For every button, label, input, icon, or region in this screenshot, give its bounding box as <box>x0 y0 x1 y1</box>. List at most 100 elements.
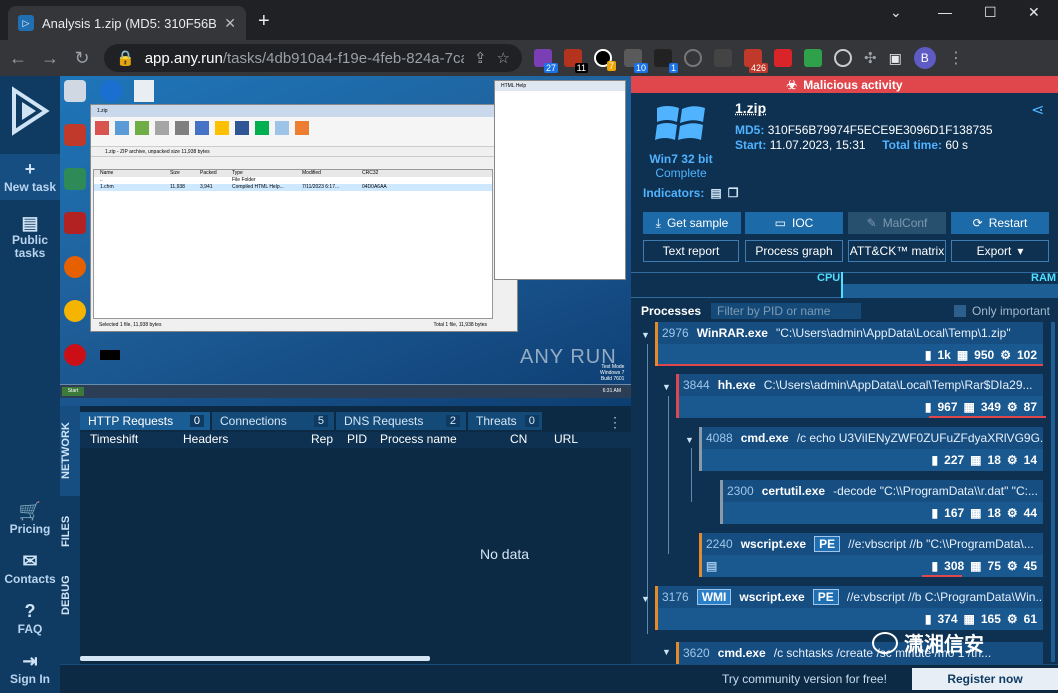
html-help-titlebar: HTML Help <box>495 81 625 91</box>
process-node[interactable]: 2976 WinRAR.exe "C:\Users\admin\AppData\Lo… <box>655 322 1043 366</box>
tab-debug[interactable]: DEBUG <box>60 566 80 624</box>
forward-icon[interactable]: → <box>40 48 60 69</box>
more-options-icon[interactable]: ⋮ <box>608 414 622 431</box>
checkbox-icon[interactable] <box>953 305 966 317</box>
process-node[interactable]: 4088 cmd.exe/c echo U3ViIENyZWF0ZUFuZFdya… <box>699 427 1043 471</box>
tab-files[interactable]: FILES <box>60 502 80 560</box>
anyrun-logo-icon[interactable] <box>8 86 52 136</box>
tab-http-requests[interactable]: HTTP Requests 0 <box>80 412 210 430</box>
test-icon[interactable] <box>135 121 149 135</box>
ioc-button[interactable]: ▭ IOC <box>745 212 843 234</box>
winrar-statusbar: Selected 1 file, 11,938 bytes Total 1 fil… <box>99 322 487 328</box>
html-help-window[interactable]: HTML Help <box>494 80 626 280</box>
table-row[interactable]: 1.chm 11,938 3,941 Compiled HTML Help... 7/1… <box>94 184 492 191</box>
back-icon[interactable]: ← <box>8 48 28 69</box>
task-info-panel: ☣ Malicious activity Win7 32 bit Complet… <box>631 76 1058 664</box>
extension-icon[interactable] <box>774 49 792 67</box>
process-node[interactable]: 3176 WMI wscript.exe PE//e:vbscript //b C:\… <box>655 586 1043 630</box>
power-extension-icon[interactable] <box>834 49 852 67</box>
omnibox[interactable]: 🔒 app.any.run/tasks/4db910a4-f19e-4feb-8… <box>104 44 522 72</box>
attck-matrix-button[interactable]: ATT&CK™ matrix <box>848 240 946 262</box>
tab-connections[interactable]: Connections 5 <box>212 412 334 430</box>
network-table-header: Timeshift Headers Rep PID Process name C… <box>80 432 631 448</box>
new-tab-icon[interactable]: + <box>258 10 270 33</box>
public-tasks-button[interactable]: ▤ Public tasks <box>0 212 60 260</box>
text-report-button[interactable]: Text report <box>643 240 739 262</box>
verdict-banner: ☣ Malicious activity <box>631 76 1058 93</box>
file-name[interactable]: 1.zip <box>735 100 766 116</box>
table-row[interactable]: .. File Folder <box>94 177 492 184</box>
menu-kebab-icon[interactable]: ⋮ <box>948 48 964 68</box>
contacts-button[interactable]: ✉ Contacts <box>0 550 60 586</box>
extension-icon[interactable]: 7 <box>594 49 616 71</box>
extension-icon[interactable]: 10 <box>624 49 648 73</box>
vertical-scrollbar[interactable] <box>1051 322 1055 662</box>
extract-icon[interactable] <box>115 121 129 135</box>
pid-filter-input[interactable]: Filter by PID or name <box>711 303 862 319</box>
register-now-button[interactable]: Register now <box>912 668 1058 690</box>
restart-button[interactable]: ⟳ Restart <box>951 212 1049 234</box>
tab-network[interactable]: NETWORK <box>60 406 80 496</box>
extension-icon[interactable] <box>714 49 732 67</box>
exe-indicator-icon[interactable]: ▤ <box>710 186 721 200</box>
delete-icon[interactable] <box>175 121 189 135</box>
winrar-window[interactable]: 1.zip 1.zip - ZIP archive, unpacked size… <box>90 104 518 332</box>
sign-in-button[interactable]: ⇥ Sign In <box>0 650 60 686</box>
close-window-icon[interactable]: ✕ <box>1028 4 1040 21</box>
process-graph-button[interactable]: Process graph <box>745 240 843 262</box>
faq-button[interactable]: ? FAQ <box>0 600 60 636</box>
start-button[interactable]: Start <box>62 387 84 396</box>
avatar[interactable]: B <box>913 47 936 69</box>
share-icon[interactable]: ⇪ <box>474 49 487 67</box>
copy-indicator-icon[interactable]: ❐ <box>728 186 739 200</box>
process-node[interactable]: 3620 cmd.exe/c schtasks /create /sc minut… <box>676 642 1043 664</box>
malconf-button[interactable]: ✎ MalConf <box>848 212 946 234</box>
view-icon[interactable] <box>155 121 169 135</box>
collapse-icon[interactable]: ▼ <box>662 647 671 657</box>
reload-icon[interactable]: ↻ <box>72 48 92 69</box>
tab-threats[interactable]: Threats 0 <box>468 412 542 430</box>
extension-icon[interactable]: 1 <box>654 49 678 73</box>
side-panel-icon[interactable]: ▣ <box>889 50 902 67</box>
export-button[interactable]: Export ▾ <box>951 240 1049 262</box>
add-icon[interactable] <box>95 121 109 135</box>
only-important-toggle[interactable]: Only important <box>953 304 1058 318</box>
new-task-button[interactable]: + New task <box>0 154 60 200</box>
tab-processes[interactable]: Processes <box>631 302 712 320</box>
tab-title: Analysis 1.zip (MD5: 310F56B7 <box>42 15 217 31</box>
extensions-puzzle-icon[interactable]: ✣ <box>864 49 877 67</box>
process-node[interactable]: 2240 wscript.exe PE//e:vbscript //b "C:\\P… <box>699 533 1043 577</box>
find-icon[interactable] <box>195 121 209 135</box>
horizontal-scrollbar[interactable] <box>80 656 430 661</box>
comment-icon[interactable] <box>275 121 289 135</box>
collapse-icon[interactable]: ▼ <box>685 435 694 445</box>
collapse-icon[interactable]: ▼ <box>641 330 650 340</box>
maximize-icon[interactable]: ☐ <box>984 4 997 21</box>
collapse-icon[interactable]: ▼ <box>662 382 671 392</box>
process-node[interactable]: 3844 hh.exe C:\Users\admin\AppData\Local\T… <box>676 374 1046 418</box>
process-node[interactable]: 2300 certutil.exe -decode "C:\\ProgramData… <box>720 480 1043 524</box>
minimize-icon[interactable]: — <box>938 4 952 20</box>
sfx-icon[interactable] <box>295 121 309 135</box>
extension-icon[interactable]: 11 <box>564 49 588 73</box>
activity-bar <box>922 575 962 577</box>
close-tab-icon[interactable]: ✕ <box>224 15 236 32</box>
tab-dns-requests[interactable]: DNS Requests 2 <box>336 412 466 430</box>
extension-icon[interactable] <box>684 49 702 67</box>
info-icon[interactable] <box>235 121 249 135</box>
tab-search-icon[interactable]: ⌄ <box>890 4 902 21</box>
get-sample-button[interactable]: ⤓ Get sample <box>643 212 741 234</box>
extension-icon[interactable]: 27 <box>534 49 558 73</box>
browser-tab[interactable]: ▷ Analysis 1.zip (MD5: 310F56B7 ✕ <box>8 6 246 40</box>
virusscan-icon[interactable] <box>255 121 269 135</box>
document-icon <box>134 80 154 102</box>
bookmark-star-icon[interactable]: ☆ <box>497 49 510 67</box>
wizard-icon[interactable] <box>215 121 229 135</box>
winrar-file-list[interactable]: Name Size Packed Type Modified CRC32 .. File F… <box>93 169 493 319</box>
extension-icon[interactable] <box>804 49 822 67</box>
share-icon[interactable]: ⋖ <box>1031 100 1044 120</box>
collapse-icon[interactable]: ▼ <box>641 594 650 604</box>
vm-screen[interactable]: 1.zip 1.zip - ZIP archive, unpacked size… <box>60 76 631 406</box>
extension-icon[interactable]: 426 <box>744 49 768 73</box>
pricing-button[interactable]: 🛒 Pricing <box>0 500 60 536</box>
